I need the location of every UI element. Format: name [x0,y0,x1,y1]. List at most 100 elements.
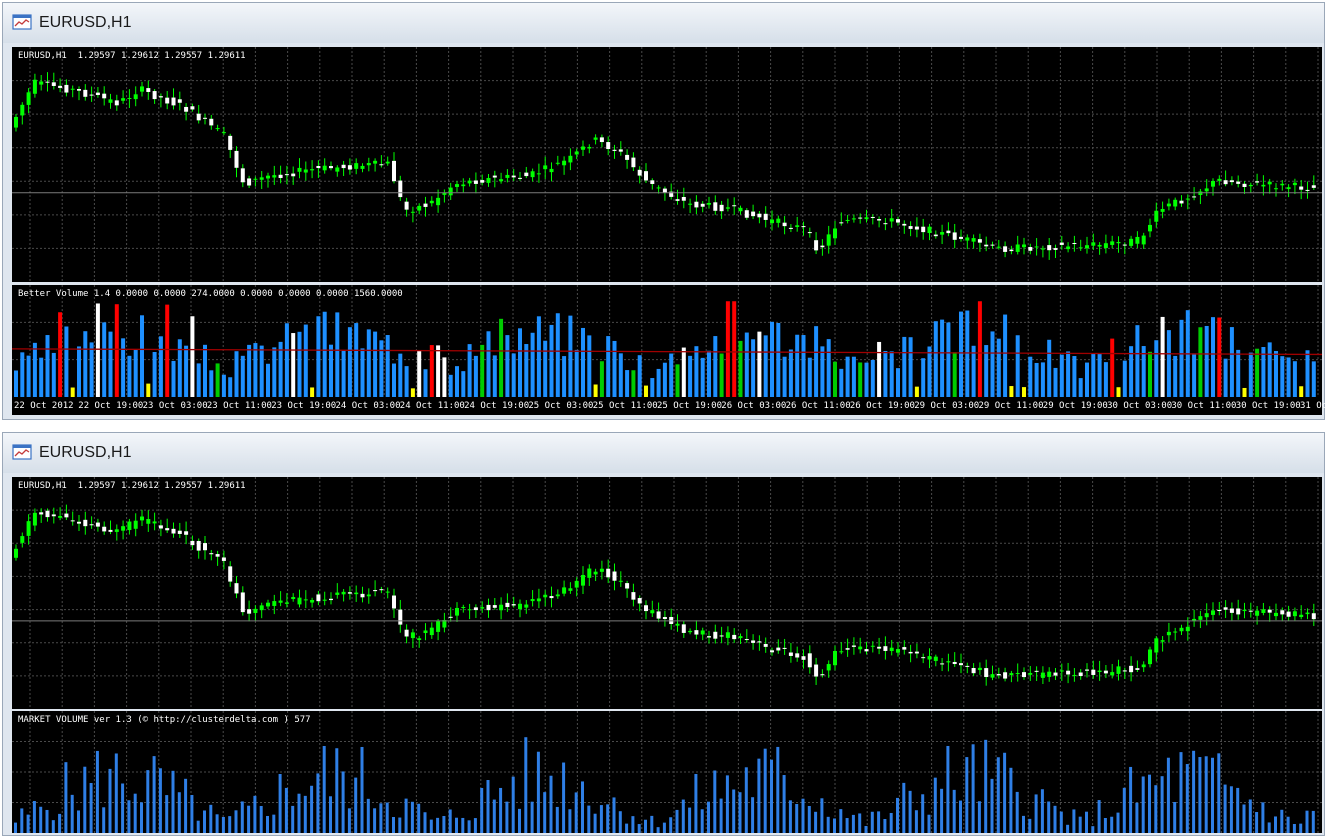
candle-body [1053,672,1058,676]
volume-bar [284,787,288,833]
volume-bar [776,322,781,397]
volume-bar [1292,823,1296,833]
volume-bar [373,808,377,833]
candle-body [347,592,352,594]
candle-body [1299,186,1304,190]
volume-bar [1028,818,1032,833]
candle-body [1129,665,1134,673]
volume-bar [814,326,819,397]
window-titlebar-2[interactable]: EURUSD,H1 [3,433,1324,473]
volume-bar [1022,815,1025,833]
price-chart-2[interactable]: EURUSD,H1 1.29597 1.29612 1.29557 1.2961… [12,477,1322,709]
candle-body [108,529,113,532]
market-volume-panel[interactable]: MARKET VOLUME ver 1.3 (© http://clusterd… [12,711,1322,833]
volume-bar [574,349,579,397]
candle-body [492,605,497,608]
candle-body [877,219,882,221]
volume-bar [1040,362,1045,397]
candle-body [1261,609,1266,613]
candle-body [335,592,340,595]
candle-body [1166,631,1171,636]
window-titlebar-1[interactable]: EURUSD,H1 [3,3,1324,43]
volume-bar [1223,784,1227,833]
candle-body [58,515,63,518]
candle-body [644,605,648,612]
candle-body [360,165,365,169]
candle-body [480,180,485,183]
volume-bar [1305,810,1309,833]
volume-bar [190,316,195,397]
candle-body [902,223,907,226]
candle-body [738,636,743,639]
volume-bar [1047,339,1052,397]
volume-bar [826,816,830,833]
candle-body [1305,612,1310,615]
candle-body [1110,672,1115,676]
candle-body [1103,670,1108,674]
candle-body [688,203,693,205]
volume-bar [1248,799,1252,833]
chart-window-1[interactable]: EURUSD,H1 EURUSD,H1 1.29597 1.29612 1.29… [2,2,1333,420]
candle-body [744,210,749,218]
price-candles-1 [12,47,1322,282]
volume-bar [486,780,490,833]
volume-bar [1173,801,1177,833]
volume-bar [398,353,403,397]
volume-bar [864,825,868,833]
candle-body [568,155,573,163]
volume-bar [751,339,756,397]
volume-bar [385,802,389,833]
candle-body [946,230,951,234]
volume-bar [1311,810,1315,833]
volume-bar [1198,327,1203,397]
candle-body [1148,224,1152,232]
better-volume-bars [12,285,1322,397]
volume-bar [908,790,912,833]
volume-bar [713,770,717,833]
candle-body [499,179,504,182]
chart-window-2[interactable]: EURUSD,H1 EURUSD,H1 1.29597 1.29612 1.29… [2,432,1325,836]
volume-bar [599,805,603,833]
volume-bar [555,806,559,833]
candle-body [688,630,693,633]
volume-bar [1179,319,1184,397]
volume-bar [83,331,88,397]
volume-bar [14,822,17,833]
volume-bar [681,347,686,397]
volume-bar [467,820,471,833]
volume-bar [423,369,428,397]
volume-bar [499,318,504,397]
volume-bar [725,775,729,833]
volume-bar [373,331,378,397]
time-axis-label: 26 Oct 03:00 [721,401,787,411]
candle-body [801,656,806,660]
candle-body [814,664,819,677]
volume-bar [1211,757,1214,833]
volume-bar [58,312,63,397]
candle-body [1072,243,1077,245]
volume-bar [492,355,497,397]
volume-bar [366,798,370,833]
better-volume-panel[interactable]: Better Volume 1.4 0.0000 0.0000 274.0000… [12,285,1322,397]
volume-bar [694,346,699,397]
volume-bar [921,358,926,397]
volume-bar [858,362,863,397]
candle-body [1053,248,1058,250]
volume-bar [814,811,818,833]
time-axis-label: 24 Oct 19:00 [464,401,530,411]
candle-body [335,167,340,172]
volume-bar [927,346,932,397]
price-chart-1[interactable]: EURUSD,H1 1.29597 1.29612 1.29557 1.2961… [12,47,1322,282]
volume-bar [158,768,162,833]
candle-body [1255,181,1260,183]
candle-body [782,647,787,649]
candle-body [763,643,768,647]
candle-body [70,520,75,522]
candle-body [833,651,837,666]
volume-bar [971,744,975,833]
volume-bar [518,328,522,397]
candle-body [133,520,138,529]
candle-body [644,171,648,181]
candle-body [694,630,699,635]
volume-bar [599,361,604,397]
